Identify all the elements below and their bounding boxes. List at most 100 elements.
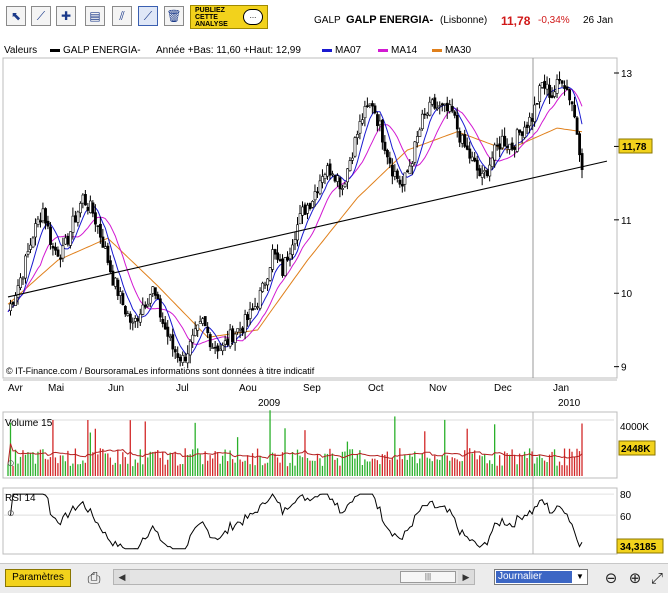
candle-body	[81, 194, 85, 204]
period-select[interactable]: Journalier ▼	[494, 569, 588, 585]
candle-body	[401, 184, 404, 187]
candle-body	[548, 84, 552, 98]
candle-body	[433, 97, 437, 109]
candle-body	[376, 114, 379, 127]
print-icon[interactable]: ⎙	[83, 567, 105, 589]
candle-body	[328, 163, 332, 176]
candle-body	[368, 103, 372, 106]
candle-body	[168, 336, 172, 338]
candle-body	[253, 306, 257, 310]
candle-body	[203, 316, 207, 327]
candle-body	[276, 252, 280, 260]
candle-body	[366, 105, 369, 107]
candle-body	[488, 164, 492, 177]
candle-body	[415, 136, 419, 144]
candle-body	[396, 170, 399, 179]
year-label-2009: 2009	[258, 398, 281, 409]
candle-body	[510, 142, 514, 150]
candle-body	[338, 177, 342, 190]
candle-body	[153, 287, 157, 296]
candle-body	[445, 102, 449, 112]
candle-body	[453, 111, 457, 116]
candle-body	[248, 308, 252, 319]
candle-body	[543, 80, 547, 89]
candle-body	[258, 290, 262, 309]
parameters-button[interactable]: Paramètres	[5, 569, 71, 587]
candle-body	[428, 101, 432, 116]
candle-body	[296, 224, 299, 241]
candle-body	[241, 327, 245, 334]
scroll-right-icon[interactable]: ▶	[458, 570, 474, 584]
candle-body	[381, 119, 384, 143]
candle-body	[530, 118, 534, 122]
candle-body	[423, 113, 427, 116]
candle-body	[555, 79, 559, 94]
candle-body	[533, 104, 537, 122]
candle-body	[573, 104, 577, 118]
candle-body	[54, 246, 57, 251]
candle-body	[173, 349, 177, 353]
candle-body	[513, 147, 517, 150]
candle-body	[101, 236, 105, 248]
month-label-jul: Jul	[176, 383, 189, 394]
scroll-thumb[interactable]: |||	[400, 571, 456, 583]
candle-body	[218, 348, 222, 351]
candle-body	[201, 318, 205, 324]
rsi-tick-60: 60	[620, 512, 632, 523]
candle-body	[545, 83, 549, 90]
candle-body	[393, 171, 397, 177]
zoom-out-icon[interactable]: ⊖	[600, 567, 622, 589]
candle-body	[106, 245, 110, 263]
candle-body	[94, 212, 97, 225]
candle-body	[558, 78, 562, 81]
candle-body	[36, 218, 40, 225]
candle-body	[303, 204, 307, 215]
candle-body	[356, 134, 359, 138]
bottom-toolbar: Paramètres ⎙ ◀ ||| ▶ Journalier ▼ ⊖ ⊕ ⤢	[0, 563, 668, 593]
candle-body	[196, 324, 200, 331]
price-tick-label: 9	[621, 363, 627, 374]
volume-eye-icon[interactable]: ⊙	[7, 458, 15, 468]
candle-body	[131, 321, 135, 324]
time-scrollbar[interactable]: ◀ ||| ▶	[113, 569, 475, 585]
volume-title: Volume 15	[5, 418, 53, 429]
candle-body	[473, 157, 477, 162]
month-label-jun: Jun	[108, 383, 124, 394]
candle-body	[84, 194, 87, 206]
candle-body	[485, 170, 489, 176]
candle-body	[343, 183, 347, 188]
candle-body	[34, 223, 37, 238]
candle-body	[438, 105, 442, 107]
candle-body	[251, 308, 255, 311]
candle-body	[478, 168, 482, 177]
candle-body	[71, 215, 75, 233]
candle-body	[498, 143, 502, 150]
candle-body	[44, 208, 47, 224]
candle-body	[183, 356, 187, 361]
candle-body	[74, 215, 77, 223]
candle-body	[66, 235, 70, 245]
candle-body	[166, 326, 170, 337]
candle-body	[371, 103, 374, 107]
candle-body	[523, 126, 527, 138]
scroll-left-icon[interactable]: ◀	[114, 570, 130, 584]
fullscreen-icon[interactable]: ⤢	[646, 567, 668, 589]
candle-body	[528, 116, 532, 127]
candle-body	[236, 328, 240, 333]
candle-body	[503, 135, 507, 147]
candle-body	[578, 133, 582, 156]
candle-body	[455, 115, 459, 130]
chart-area[interactable]: 910111213 Avr Mai Jun Jul Aou Sep Oct No…	[0, 0, 668, 563]
rsi-eye-icon[interactable]: ⊙	[7, 508, 15, 518]
candle-body	[495, 144, 499, 147]
candle-body	[186, 353, 190, 364]
candle-body	[490, 157, 494, 167]
zoom-in-icon[interactable]: ⊕	[624, 567, 646, 589]
candle-body	[191, 334, 195, 343]
candle-body	[418, 129, 422, 137]
candle-body	[313, 191, 317, 201]
price-tick-label: 11	[621, 216, 632, 227]
candle-body	[458, 130, 462, 143]
candle-body	[298, 213, 302, 225]
candle-body	[64, 237, 67, 245]
